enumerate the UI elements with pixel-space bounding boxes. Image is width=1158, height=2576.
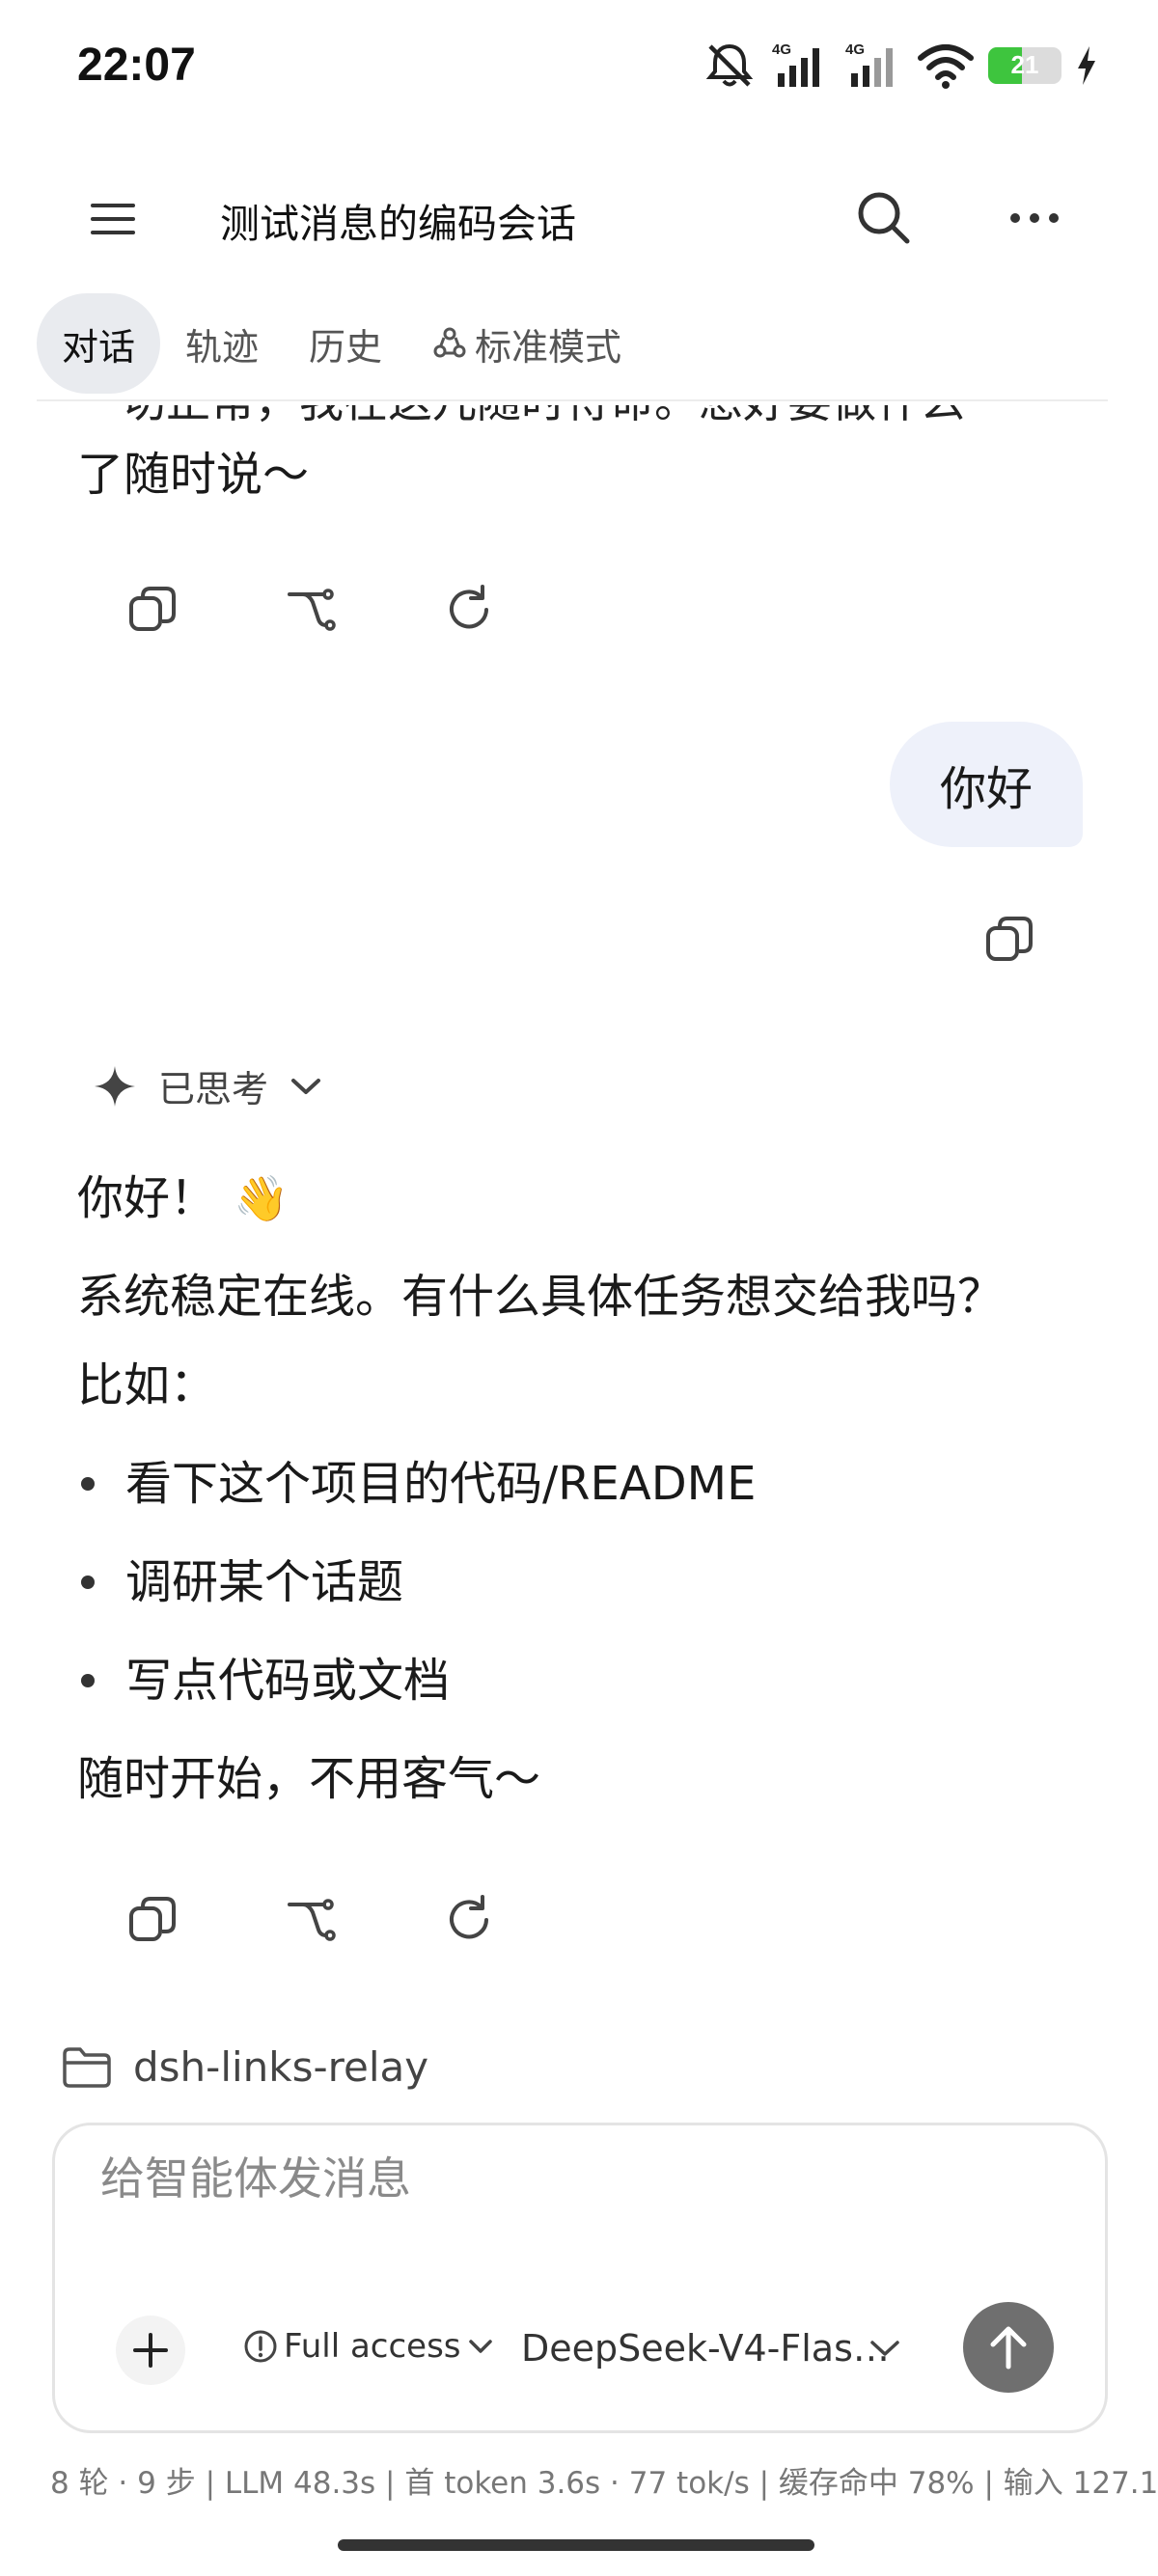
copy-icon <box>129 587 176 631</box>
tab-label: 对话 <box>62 325 136 369</box>
signal-strength-icon: 4G <box>845 41 893 87</box>
chevron-down-icon <box>870 2341 899 2356</box>
message-actions <box>73 1872 548 1968</box>
access-level-dropdown[interactable]: Full access <box>243 2327 494 2366</box>
status-icons: 4G 4G 21 <box>703 37 1098 95</box>
info-alert-icon <box>244 2330 277 2363</box>
reply-greeting: 你好！ <box>77 1171 217 1225</box>
list-item: 调研某个话题 <box>77 1553 403 1611</box>
tab-label: 标准模式 <box>475 325 622 369</box>
refresh-icon <box>450 1895 488 1939</box>
regenerate-button[interactable] <box>390 1872 548 1968</box>
workspace-folder[interactable]: dsh-links-relay <box>62 2043 428 2091</box>
status-time: 22:07 <box>77 40 196 91</box>
reply-greeting-line: 你好！ 👋 <box>77 1169 289 1227</box>
tab-history[interactable]: 历史 <box>284 293 407 394</box>
reply-line-1: 系统稳定在线。有什么具体任务想交给我吗？ <box>77 1270 1005 1324</box>
list-item: 写点代码或文档 <box>77 1652 450 1710</box>
branch-icon <box>288 1899 336 1941</box>
page-title: 测试消息的编码会话 <box>220 201 576 247</box>
folder-name: dsh-links-relay <box>133 2043 429 2091</box>
branch-button[interactable] <box>232 1872 390 1968</box>
model-name: DeepSeek-V4-Flas… <box>521 2327 890 2370</box>
thinking-label: 已思考 <box>158 1068 269 1110</box>
copy-button[interactable] <box>930 891 1089 988</box>
thinking-toggle[interactable]: 已思考 <box>93 1059 322 1112</box>
sparkle-icon <box>95 1065 135 1107</box>
recycle-mode-icon <box>433 327 466 358</box>
message-input[interactable]: 给智能体发消息 <box>100 2144 411 2207</box>
tab-label: 轨迹 <box>185 325 260 369</box>
wifi-icon <box>918 44 974 89</box>
regenerate-button[interactable] <box>390 562 548 658</box>
previous-reply-cut-text: 一切正常，我在这儿随时待命。想好要做什么 <box>77 405 965 430</box>
copy-button[interactable] <box>73 1872 232 1968</box>
chevron-down-icon <box>291 1078 321 1094</box>
charging-bolt-icon <box>1078 46 1095 85</box>
hamburger-menu-icon[interactable] <box>79 185 147 253</box>
bullet-dot <box>81 1674 95 1687</box>
send-button[interactable] <box>963 2302 1054 2393</box>
bullet-dot <box>81 1576 95 1589</box>
refresh-icon <box>450 585 488 629</box>
previous-reply-cut-line: 一切正常，我在这儿随时待命。想好要做什么 <box>77 405 1100 450</box>
header-divider <box>37 399 1108 401</box>
waving-hand-emoji: 👋 <box>234 1172 290 1224</box>
battery-level: 21 <box>1010 50 1039 79</box>
reply-line-2: 比如： <box>77 1358 217 1412</box>
previous-reply-tail: 了随时说～ <box>77 448 310 502</box>
chevron-down-icon <box>468 2340 492 2353</box>
copy-icon <box>986 917 1033 961</box>
signal-strength-icon: 4G <box>772 41 819 87</box>
attach-button[interactable] <box>116 2316 185 2385</box>
branch-button[interactable] <box>232 562 390 658</box>
tab-bar: 对话 轨迹 历史 标准模式 <box>37 293 647 394</box>
list-item: 看下这个项目的代码/README <box>77 1455 756 1513</box>
tab-label: 历史 <box>309 325 383 369</box>
user-message-bubble: 你好 <box>890 722 1083 847</box>
folder-icon <box>63 2046 111 2088</box>
copy-button[interactable] <box>73 562 232 658</box>
message-actions <box>73 562 548 658</box>
tab-standard-mode[interactable]: 标准模式 <box>407 293 647 394</box>
session-stats: 8 轮 · 9 步 | LLM 48.3s | 首 token 3.6s · 7… <box>50 2466 1158 2501</box>
access-level-label: Full access <box>284 2327 461 2366</box>
user-message-text: 你好 <box>939 762 1033 816</box>
list-item-text: 调研某个话题 <box>125 1555 404 1609</box>
copy-icon <box>129 1897 176 1941</box>
branch-icon <box>288 589 336 631</box>
list-item-text: 看下这个项目的代码/README <box>125 1457 757 1511</box>
network-type-label: 4G <box>772 41 791 58</box>
more-horizontal-icon[interactable] <box>1000 189 1069 247</box>
model-selector[interactable]: DeepSeek-V4-Flas… <box>521 2327 901 2370</box>
bell-muted-icon <box>705 43 754 87</box>
battery-indicator: 21 <box>988 47 1062 84</box>
plus-icon <box>133 2333 168 2368</box>
home-indicator[interactable] <box>338 2539 814 2551</box>
tab-conversation[interactable]: 对话 <box>37 293 161 394</box>
tab-trajectory[interactable]: 轨迹 <box>160 293 284 394</box>
arrow-up-icon <box>990 2326 1027 2370</box>
search-icon[interactable] <box>847 181 921 255</box>
network-type-label: 4G <box>845 41 865 58</box>
bullet-dot <box>81 1477 95 1491</box>
list-item-text: 写点代码或文档 <box>125 1654 451 1708</box>
reply-closing: 随时开始，不用客气～ <box>77 1752 541 1806</box>
